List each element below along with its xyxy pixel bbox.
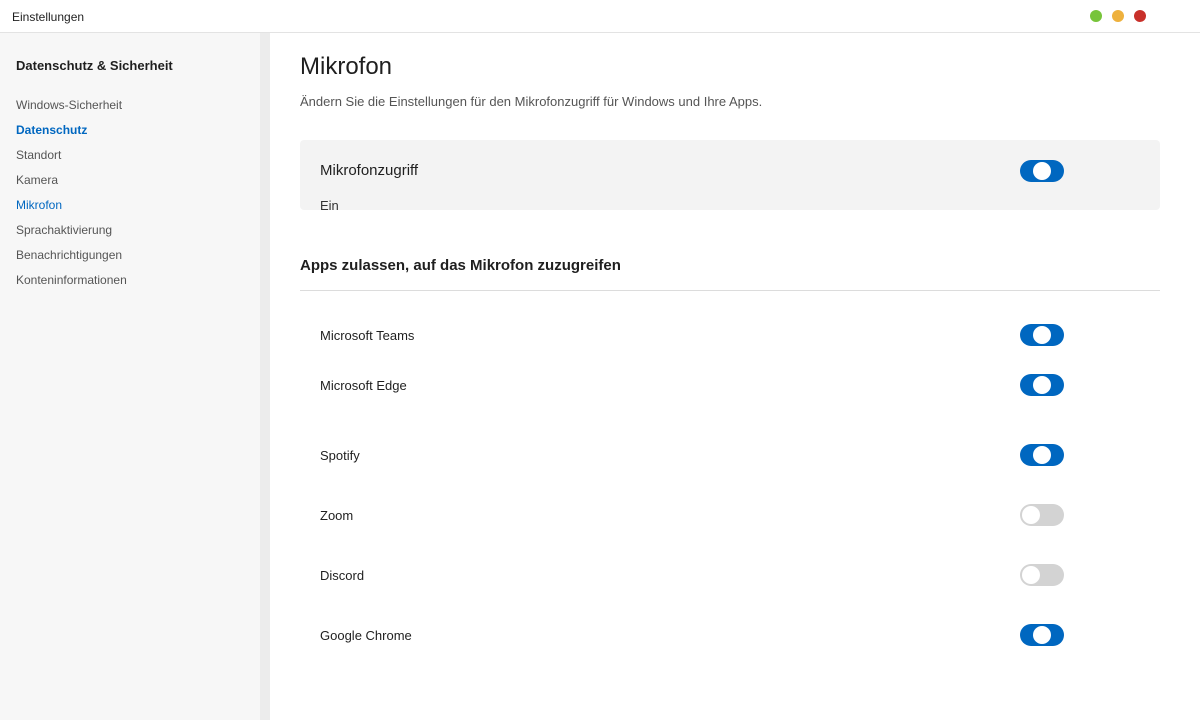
microphone-access-toggle[interactable] — [1020, 160, 1064, 182]
app-row-spotify: Spotify — [300, 444, 1160, 468]
toggle-knob — [1033, 162, 1051, 180]
sidebar-item-windows-sicherheit[interactable]: Windows-Sicherheit — [0, 93, 260, 118]
toggle-knob — [1033, 376, 1051, 394]
page-description: Ändern Sie die Einstellungen für den Mik… — [300, 94, 763, 109]
app-row-zoom: Zoom — [300, 504, 1160, 528]
sidebar-item-benachrichtigungen[interactable]: Benachrichtigungen — [0, 243, 260, 268]
minimize-button[interactable] — [1112, 10, 1124, 22]
sidebar-nav: Windows-Sicherheit Datenschutz Standort … — [0, 93, 260, 293]
app-row-google-chrome: Google Chrome — [300, 624, 1160, 648]
app-name: Microsoft Edge — [320, 378, 407, 393]
app-name: Zoom — [320, 508, 354, 523]
microsoft-teams-toggle[interactable] — [1020, 324, 1064, 346]
app-name: Spotify — [320, 448, 360, 463]
microsoft-edge-toggle[interactable] — [1020, 374, 1064, 396]
sidebar-item-sprachaktivierung[interactable]: Sprachaktivierung — [0, 218, 260, 243]
title-bar: Einstellungen — [0, 0, 1200, 33]
microphone-access-status: Ein — [320, 198, 339, 210]
sidebar: Datenschutz & Sicherheit Windows-Sicherh… — [0, 33, 260, 720]
app-name: Microsoft Teams — [320, 328, 415, 343]
app-name: Google Chrome — [320, 628, 412, 643]
app-name: Discord — [320, 568, 365, 583]
discord-toggle[interactable] — [1020, 564, 1064, 586]
maximize-button[interactable] — [1090, 10, 1102, 22]
sidebar-item-datenschutz[interactable]: Datenschutz — [0, 118, 260, 143]
sidebar-item-mikrofon[interactable]: Mikrofon — [0, 193, 260, 218]
sidebar-section-title: Datenschutz & Sicherheit — [16, 58, 173, 73]
app-row-microsoft-edge: Microsoft Edge — [300, 374, 1160, 398]
apps-section-heading: Apps zulassen, auf das Mikrofon zuzugrei… — [300, 257, 621, 274]
toggle-knob — [1022, 506, 1040, 524]
sidebar-item-kamera[interactable]: Kamera — [0, 168, 260, 193]
close-button[interactable] — [1134, 10, 1146, 22]
app-row-discord: Discord — [300, 564, 1160, 588]
section-divider — [300, 290, 1160, 291]
main-content: Mikrofon Ändern Sie die Einstellungen fü… — [300, 33, 1160, 720]
microphone-access-label: Mikrofonzugriff — [320, 162, 419, 179]
toggle-knob — [1033, 326, 1051, 344]
sidebar-item-standort[interactable]: Standort — [0, 143, 260, 168]
sidebar-divider — [260, 33, 270, 720]
google-chrome-toggle[interactable] — [1020, 624, 1064, 646]
microphone-access-card: Mikrofonzugriff Ein — [300, 140, 1160, 210]
toggle-knob — [1033, 446, 1051, 464]
spotify-toggle[interactable] — [1020, 444, 1064, 466]
sidebar-item-konteninformationen[interactable]: Konteninformationen — [0, 268, 260, 293]
app-row-microsoft-teams: Microsoft Teams — [300, 324, 1160, 348]
window-title: Einstellungen — [12, 10, 85, 24]
toggle-knob — [1033, 626, 1051, 644]
zoom-toggle[interactable] — [1020, 504, 1064, 526]
toggle-knob — [1022, 566, 1040, 584]
page-title: Mikrofon — [300, 53, 393, 80]
